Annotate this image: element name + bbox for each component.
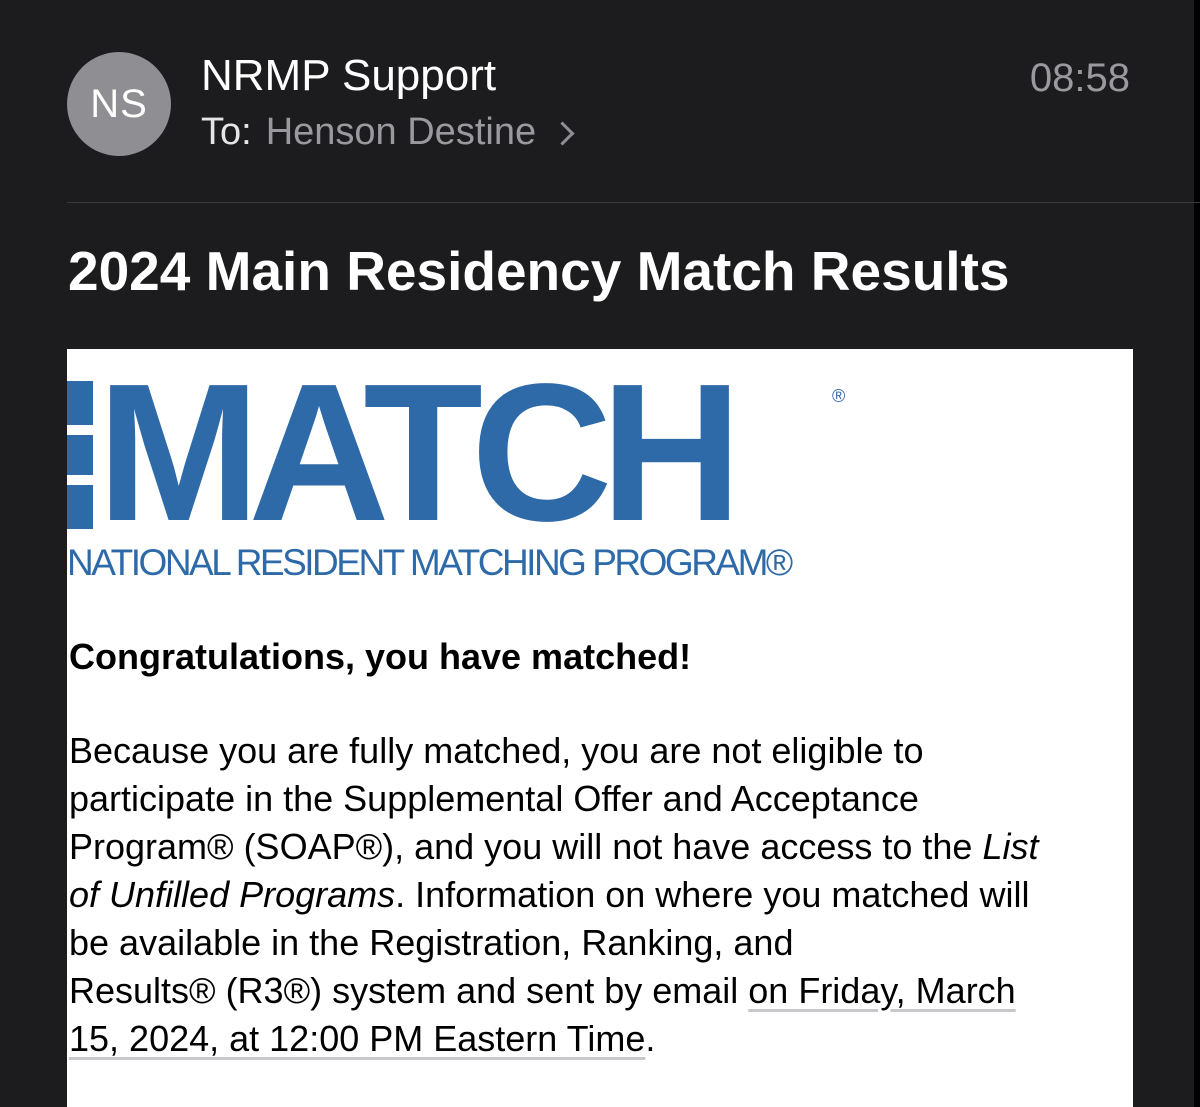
the-match-logo: MATCH ® NATIONAL RESIDENT MATCHING PROGR… [67, 355, 857, 607]
body-paragraph: Because you are fully matched, you are n… [69, 727, 1129, 1063]
body-text-segment: Program® (SOAP®), and you will not have … [69, 826, 983, 867]
avatar-initials: NS [90, 81, 148, 126]
email-time: 08:58 [1029, 56, 1130, 100]
to-label: To: [201, 111, 252, 153]
body-text-segment: . Information on where you matched will [395, 874, 1030, 915]
screen-edge [1194, 0, 1200, 1107]
logo-subtitle: NATIONAL RESIDENT MATCHING PROGRAM® [67, 542, 793, 583]
body-line: Results® (R3®) system and sent by email … [69, 967, 1129, 1015]
recipient-name[interactable]: Henson Destine [266, 108, 536, 156]
body-line: participate in the Supplemental Offer an… [69, 778, 919, 819]
body-line: 15, 2024, at 12:00 PM Eastern Time. [69, 1015, 1129, 1063]
date-link[interactable]: on Friday, March [748, 970, 1015, 1011]
recipient-row[interactable]: To: Henson Destine [201, 108, 575, 156]
header-divider [67, 202, 1200, 203]
list-title-italic: of Unfilled Programs [69, 874, 396, 915]
email-screen: NS NRMP Support To: Henson Destine 08:58… [0, 0, 1200, 1107]
sender-avatar[interactable]: NS [67, 52, 171, 156]
chevron-right-icon[interactable] [550, 120, 575, 146]
body-line: of Unfilled Programs. Information on whe… [69, 871, 1129, 919]
body-text-segment: . [645, 1018, 656, 1059]
body-line: be available in the Registration, Rankin… [69, 922, 794, 963]
body-text-segment: Results® (R3®) system and sent by email [69, 970, 749, 1011]
logo-the-mark [67, 381, 93, 529]
body-line: Program® (SOAP®), and you will not have … [69, 823, 1129, 871]
congratulations-heading: Congratulations, you have matched! [69, 636, 692, 677]
list-title-italic: List [982, 826, 1039, 867]
email-body: MATCH ® NATIONAL RESIDENT MATCHING PROGR… [67, 349, 1133, 1107]
email-subject: 2024 Main Residency Match Results [68, 240, 1010, 302]
date-link[interactable]: 15, 2024, at 12:00 PM Eastern Time [69, 1018, 645, 1059]
logo-match-word: MATCH [97, 349, 742, 562]
sender-name[interactable]: NRMP Support [201, 50, 496, 102]
body-line: Because you are fully matched, you are n… [69, 730, 924, 771]
logo-registered-mark: ® [832, 386, 846, 406]
